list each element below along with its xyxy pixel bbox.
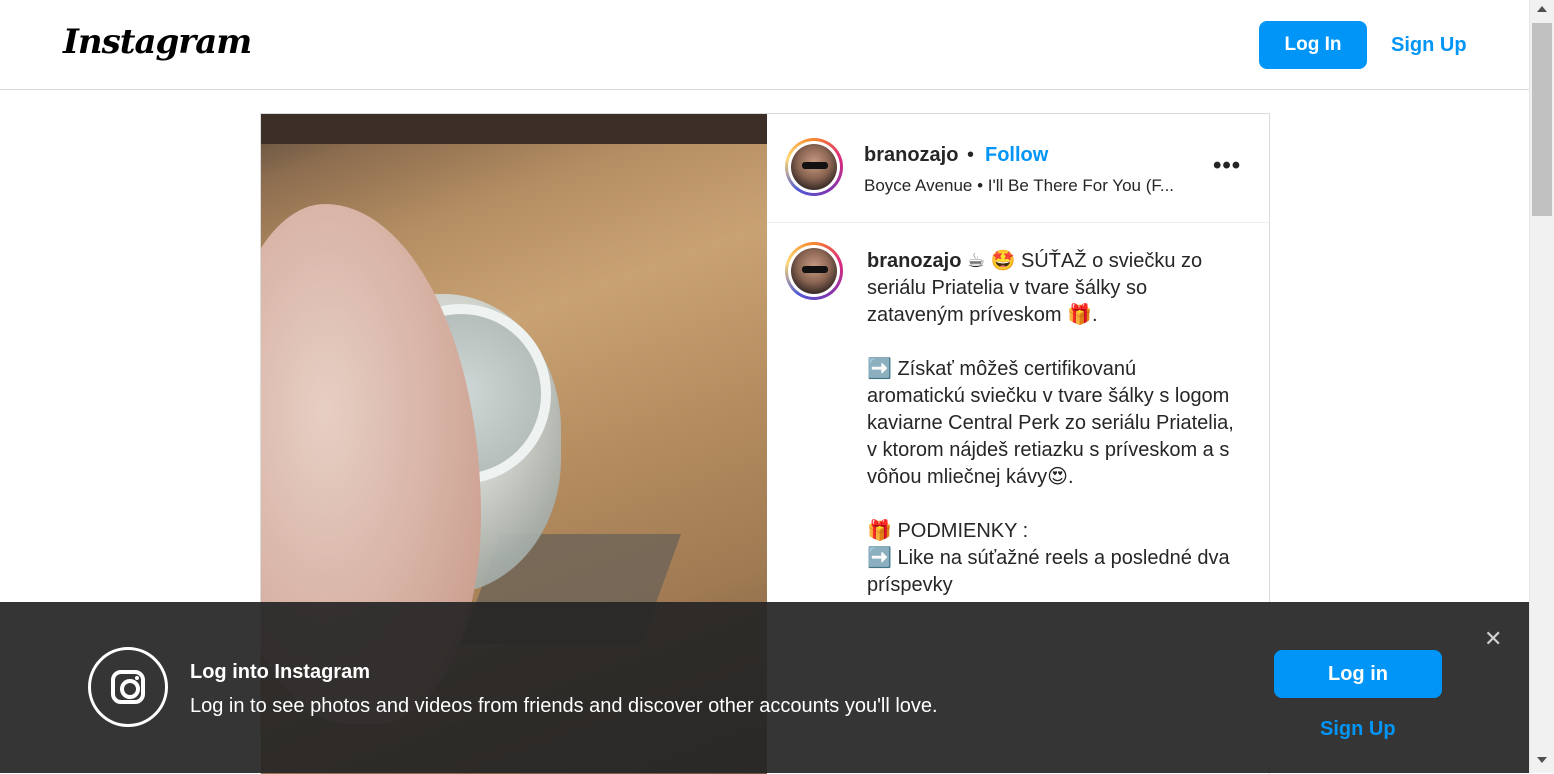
post-caption: branozajo ☕ 🤩 SÚŤAŽ o sviečku zo seriálu… <box>867 248 1237 599</box>
follow-button[interactable]: Follow <box>985 144 1048 167</box>
caption-gap <box>867 329 1237 356</box>
avatar-photo <box>791 248 837 294</box>
avatar[interactable] <box>785 138 843 196</box>
avatar-shades <box>802 162 828 169</box>
scroll-down-icon[interactable] <box>1537 757 1547 763</box>
avatar-photo <box>791 144 837 190</box>
caption-username[interactable]: branozajo <box>867 250 961 272</box>
caption-line: branozajo ☕ 🤩 SÚŤAŽ o sviečku zo seriálu… <box>867 248 1237 329</box>
audio-track-link[interactable]: Boyce Avenue • I'll Be There For You (F.… <box>864 176 1174 196</box>
signup-link[interactable]: Sign Up <box>1391 34 1467 57</box>
video-background <box>261 114 767 144</box>
banner-title: Log into Instagram <box>190 661 370 683</box>
close-icon[interactable]: ✕ <box>1484 626 1502 652</box>
post-username[interactable]: branozajo <box>864 144 958 167</box>
avatar-frame <box>788 245 840 297</box>
scroll-thumb[interactable] <box>1532 23 1552 216</box>
camera-icon <box>111 670 145 704</box>
scrollbar[interactable] <box>1529 0 1554 773</box>
instagram-icon <box>88 647 168 727</box>
caption-paragraph: 🎁 PODMIENKY : <box>867 520 1029 542</box>
caption-gap <box>867 491 1237 518</box>
banner-text: Log in to see photos and videos from fri… <box>190 695 938 717</box>
top-navigation: Instagram Log In Sign Up <box>0 0 1529 90</box>
caption-paragraph: ➡️ Získať môžeš certifikovanú aromatickú… <box>867 358 1234 488</box>
caption-paragraph: ➡️ Like na súťažné reels a posledné dva … <box>867 547 1230 596</box>
avatar-frame <box>788 141 840 193</box>
scroll-up-icon[interactable] <box>1537 6 1547 12</box>
avatar-shades <box>802 266 828 273</box>
banner-signup-link[interactable]: Sign Up <box>1320 718 1396 741</box>
separator-dot: • <box>967 144 975 166</box>
caption-avatar[interactable] <box>785 242 843 300</box>
more-options-icon[interactable]: ••• <box>1213 152 1241 180</box>
post-header: branozajo • Follow Boyce Avenue • I'll B… <box>767 114 1269 223</box>
banner-login-button[interactable]: Log in <box>1274 650 1442 698</box>
login-button[interactable]: Log In <box>1259 21 1367 69</box>
login-banner: Log into Instagram Log in to see photos … <box>0 602 1529 773</box>
instagram-logo[interactable]: Instagram <box>63 22 252 62</box>
